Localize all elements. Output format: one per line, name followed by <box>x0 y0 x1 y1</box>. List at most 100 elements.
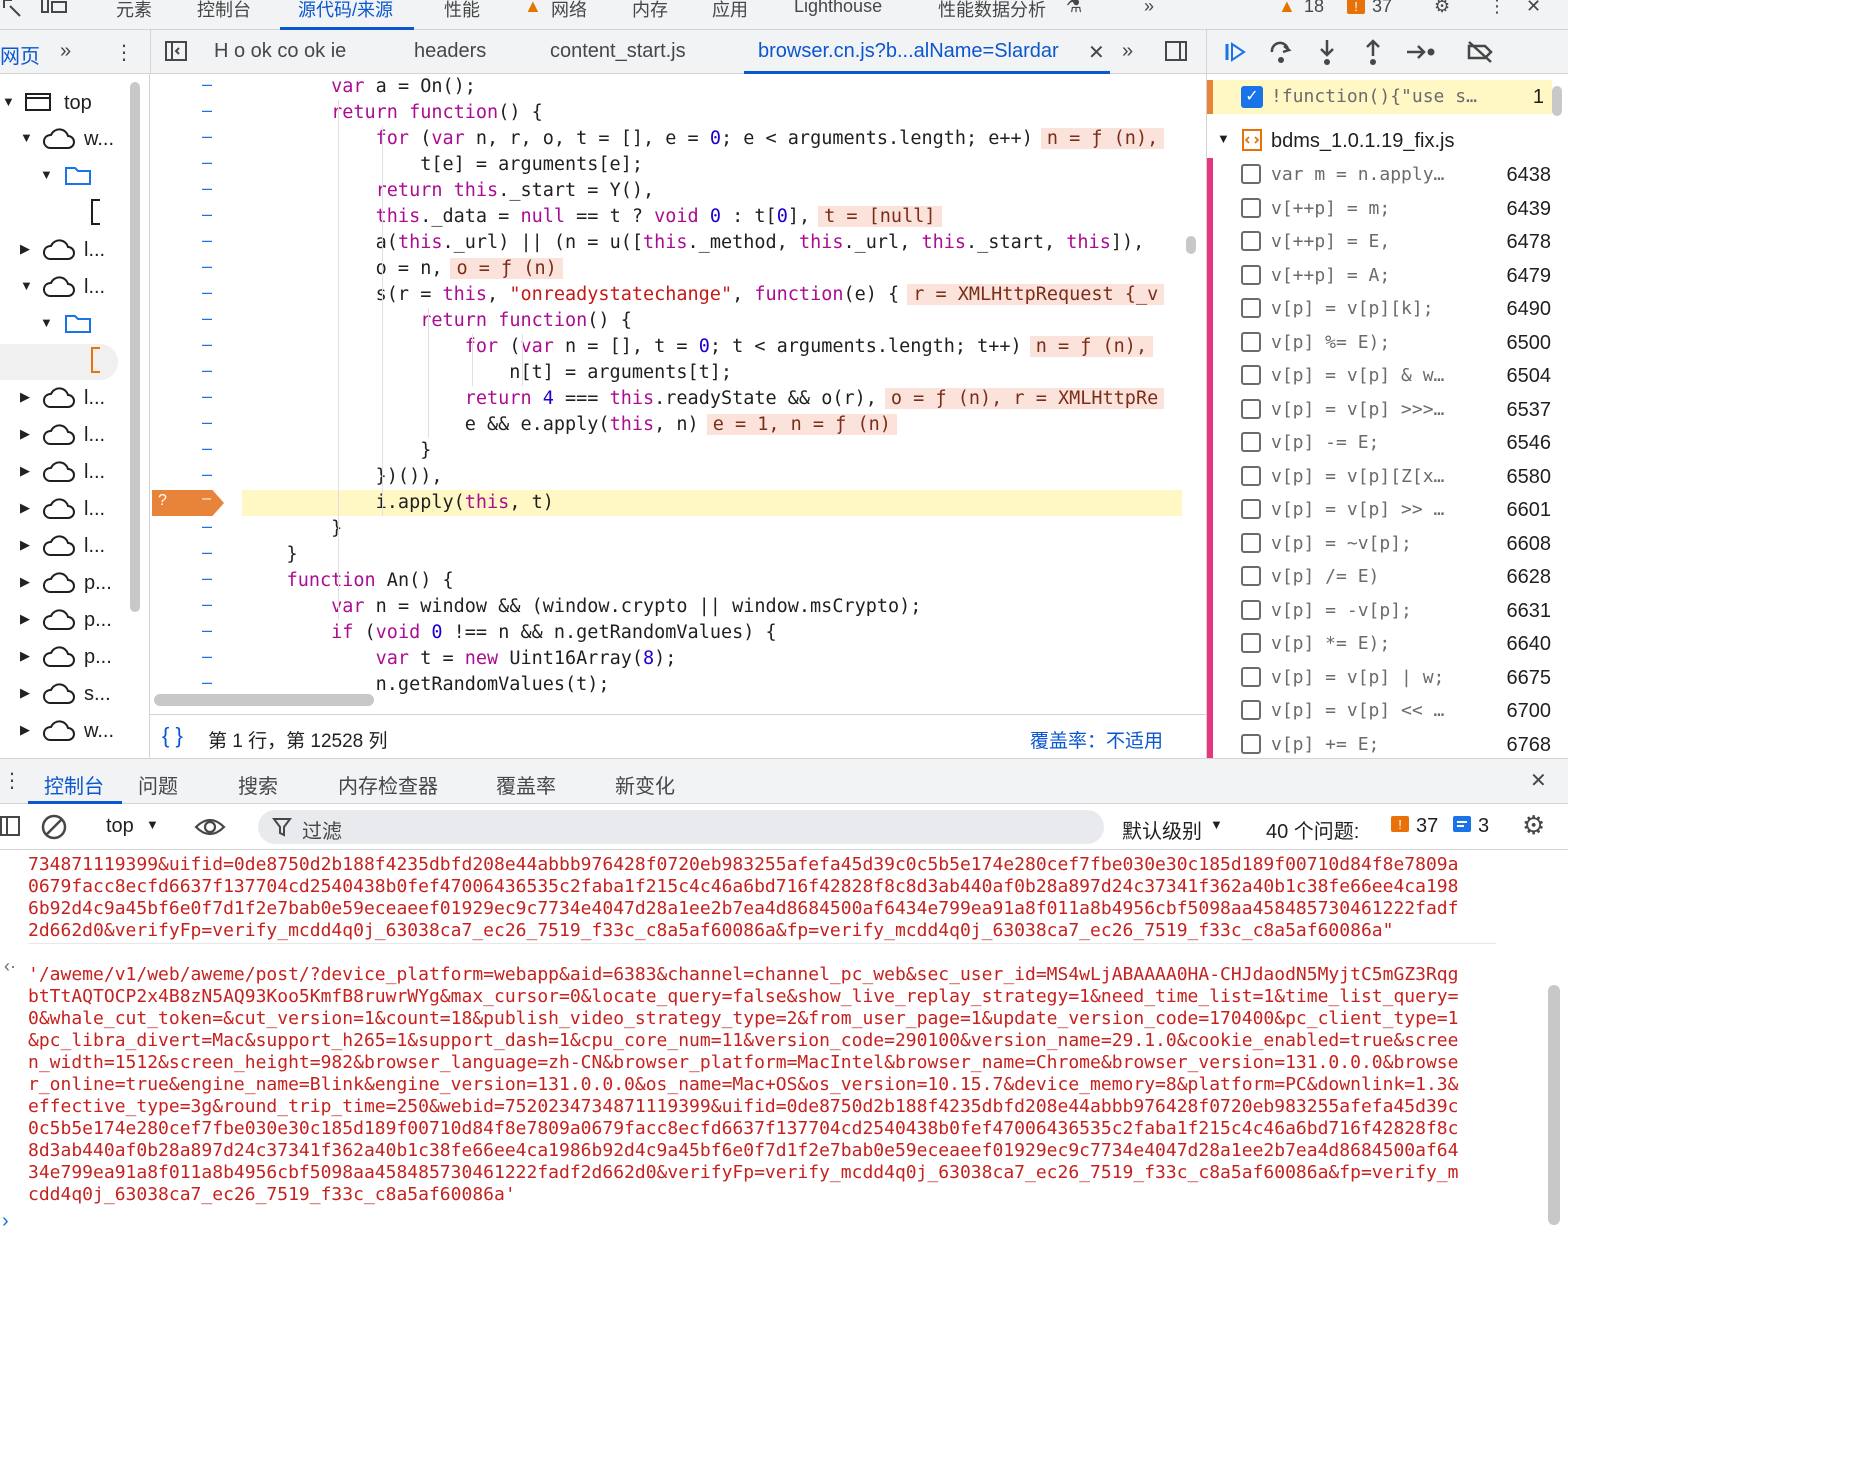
line-gutter[interactable]: – <box>150 256 240 282</box>
tab-memory[interactable]: 内存 <box>632 0 668 22</box>
line-marker[interactable]: – <box>202 672 212 693</box>
code-line[interactable]: })()), <box>242 464 443 490</box>
navigator-scrollbar[interactable] <box>130 82 140 612</box>
breakpoint-checkbox[interactable] <box>1241 633 1261 653</box>
line-gutter[interactable]: – <box>150 178 240 204</box>
breakpoint-checkbox[interactable] <box>1241 499 1261 519</box>
code-line[interactable]: return this._start = Y(), <box>242 178 654 204</box>
tab-network[interactable]: 网络 <box>551 0 587 22</box>
line-marker[interactable]: – <box>202 100 212 121</box>
breakpoint-row[interactable]: v[p] /= E) 6628 <box>1207 560 1568 594</box>
line-marker[interactable]: – <box>202 438 212 459</box>
code-line[interactable]: n[t] = arguments[t]; <box>242 360 732 386</box>
tree-item-domain[interactable]: ▶ l... <box>0 381 149 417</box>
line-gutter[interactable]: – <box>150 308 240 334</box>
console-sidebar-toggle-icon[interactable] <box>0 814 22 844</box>
breakpoint-row[interactable]: v[p] = ~v[p]; 6608 <box>1207 526 1568 561</box>
line-gutter[interactable]: – <box>150 204 240 230</box>
tab-console[interactable]: 控制台 <box>197 0 251 22</box>
editor-horizontal-scrollbar[interactable] <box>154 694 374 706</box>
close-devtools-icon[interactable]: ✕ <box>1526 0 1541 17</box>
breakpoint-row[interactable]: v[p] = v[p][Z[x… 6580 <box>1207 459 1568 494</box>
drawer-menu-icon[interactable]: ⋮ <box>2 768 22 793</box>
conditional-breakpoint-marker[interactable]: ? – <box>152 490 224 516</box>
breakpoint-row[interactable]: v[p] %= E); 6500 <box>1207 325 1568 360</box>
code-line[interactable]: if (void 0 !== n && n.getRandomValues) { <box>242 620 777 646</box>
console-scrollbar[interactable] <box>1548 985 1560 1225</box>
collapsed-arrow-icon[interactable]: ▶ <box>20 611 30 627</box>
line-gutter[interactable]: – <box>150 464 240 490</box>
expanded-arrow-icon[interactable]: ▼ <box>1217 131 1230 146</box>
toggle-debugger-icon[interactable] <box>1164 39 1188 69</box>
tree-item-domain[interactable]: ▶ l... <box>0 418 149 454</box>
tree-item-domain[interactable]: ▶ w... <box>0 714 149 750</box>
collapsed-arrow-icon[interactable]: ▶ <box>20 500 30 516</box>
tab-sources[interactable]: 源代码/来源 <box>298 0 393 22</box>
breakpoint-row[interactable]: v[p] = v[p] >> … 6601 <box>1207 493 1568 527</box>
breakpoint-row[interactable]: var m = n.apply… 6438 <box>1207 158 1568 192</box>
breakpoint-checkbox[interactable] <box>1241 398 1261 419</box>
tree-item-domain[interactable]: ▶ l... <box>0 233 149 269</box>
code-line[interactable]: e && e.apply(this, n) e = 1, n = ƒ (n) <box>242 412 897 438</box>
line-marker[interactable]: – <box>202 334 212 355</box>
more-options-icon[interactable]: ⋮ <box>1488 0 1506 17</box>
log-level-dropdown[interactable]: 默认级别 <box>1122 815 1202 844</box>
checkbox-checked-icon[interactable]: ✓ <box>1241 86 1263 108</box>
issues-label[interactable]: 40 个问题: <box>1266 815 1359 844</box>
code-line[interactable]: function An() { <box>242 568 454 594</box>
collapsed-arrow-icon[interactable]: ▶ <box>20 537 30 553</box>
collapsed-arrow-icon[interactable]: ▶ <box>20 241 30 257</box>
breakpoint-row[interactable]: v[p] += E; 6768 <box>1207 727 1568 758</box>
tree-item-domain[interactable]: ▶ l... <box>0 455 149 491</box>
line-marker[interactable]: – <box>202 360 212 381</box>
line-gutter[interactable]: – <box>150 568 240 594</box>
line-gutter[interactable]: – <box>150 334 240 360</box>
tree-item-domain[interactable]: ▶ p... <box>0 566 149 602</box>
breakpoint-checkbox[interactable] <box>1241 197 1261 218</box>
line-gutter[interactable]: – <box>150 438 240 464</box>
line-gutter[interactable]: – <box>150 620 240 646</box>
console-prompt-icon[interactable]: › <box>2 1210 9 1233</box>
breakpoint-checkbox[interactable] <box>1241 164 1261 184</box>
line-marker[interactable]: – <box>202 412 212 433</box>
editor-vertical-scrollbar[interactable] <box>1186 236 1196 254</box>
warning-count[interactable]: 18 <box>1304 0 1324 17</box>
breakpoint-row[interactable]: v[p] = -v[p]; 6631 <box>1207 593 1568 628</box>
line-gutter[interactable]: – <box>150 516 240 542</box>
line-marker[interactable]: – <box>202 230 212 251</box>
context-dropdown-icon[interactable]: ▼ <box>146 817 159 832</box>
collapsed-arrow-icon[interactable]: ▶ <box>20 389 30 405</box>
device-toolbar-icon[interactable] <box>40 0 70 23</box>
step-icon[interactable] <box>1405 38 1435 66</box>
tree-item-domain[interactable]: ▶ l... <box>0 529 149 565</box>
code-line[interactable]: var t = new Uint16Array(8); <box>242 646 677 672</box>
code-line[interactable]: return function() { <box>242 100 543 126</box>
code-editor[interactable]: – var a = On(); – return function() {– fo… <box>150 74 1206 714</box>
collapsed-arrow-icon[interactable]: ▶ <box>20 685 30 701</box>
tree-item-domain[interactable]: ▼ w... <box>0 122 149 158</box>
tab-elements[interactable]: 元素 <box>116 0 152 22</box>
tree-item-domain[interactable]: ▶ s... <box>0 677 149 713</box>
tree-file-selected[interactable] <box>0 344 118 380</box>
breakpoint-row[interactable]: v[p] = v[p] & w… 6504 <box>1207 359 1568 393</box>
breakpoint-file-group[interactable]: ▼ bdms_1.0.1.19_fix.js <box>1207 123 1552 159</box>
file-tab-browser-cn[interactable]: browser.cn.js?b...alName=Slardar <box>758 40 1059 63</box>
line-marker[interactable]: – <box>202 204 212 225</box>
code-line[interactable]: } <box>242 542 298 568</box>
line-marker[interactable]: – <box>202 256 212 277</box>
breakpoint-row[interactable]: v[p] = v[p][k]; 6490 <box>1207 292 1568 326</box>
line-gutter[interactable]: – <box>150 412 240 438</box>
tree-item-domain[interactable]: ▶ p... <box>0 603 149 639</box>
breakpoint-checkbox[interactable] <box>1241 365 1261 385</box>
inspect-element-icon[interactable] <box>2 0 24 23</box>
tree-folder[interactable]: ▼ <box>0 159 149 195</box>
breakpoint-checkbox[interactable] <box>1241 432 1261 452</box>
code-line[interactable]: t[e] = arguments[e]; <box>242 152 643 178</box>
clear-console-icon[interactable] <box>40 813 68 847</box>
step-into-icon[interactable] <box>1313 38 1343 66</box>
breakpoint-checkbox[interactable] <box>1241 465 1261 486</box>
line-marker[interactable]: – <box>202 282 212 303</box>
line-marker[interactable]: – <box>202 568 212 589</box>
breakpoint-row[interactable]: v[p] = v[p] >>>… 6537 <box>1207 392 1568 427</box>
close-file-tab-icon[interactable]: ✕ <box>1088 40 1105 65</box>
